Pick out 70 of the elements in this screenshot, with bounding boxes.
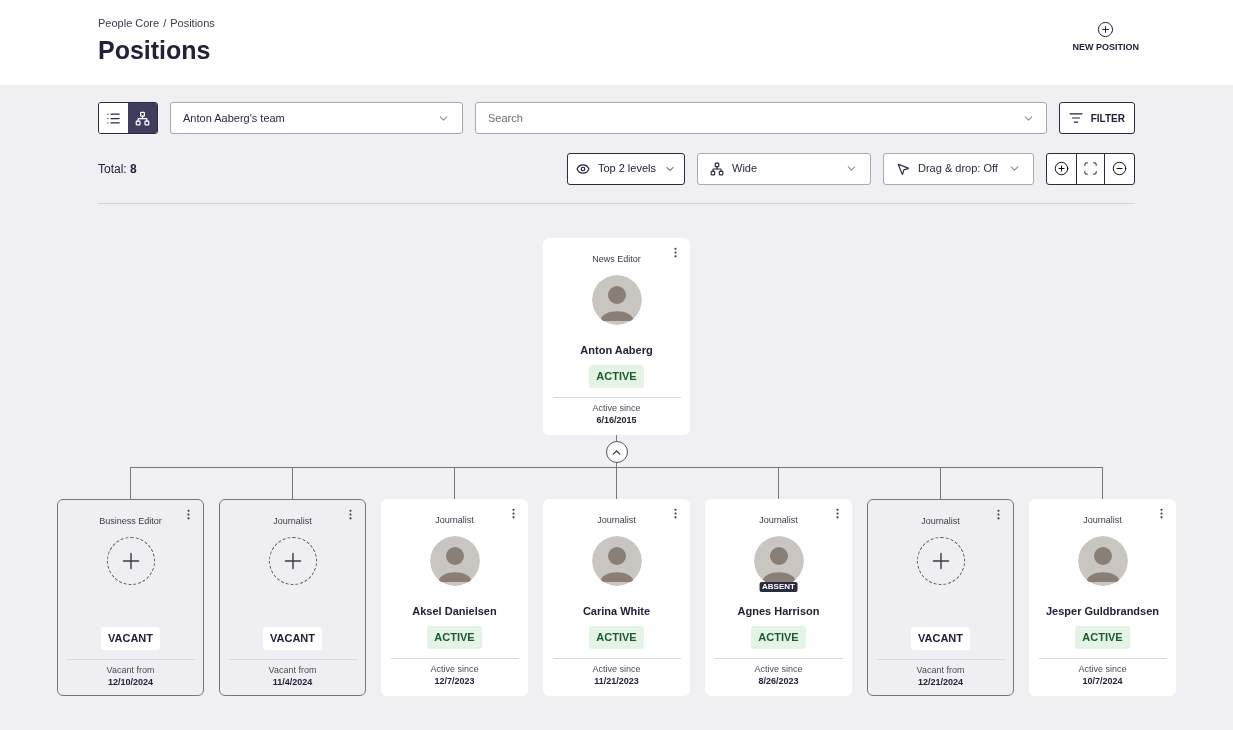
since-label: Active since: [754, 663, 803, 675]
since-date: 6/16/2015: [596, 413, 637, 426]
role-title: Journalist: [921, 515, 960, 527]
filter-icon: [1068, 111, 1083, 125]
position-card[interactable]: Journalist ABSENT Agnes Harrison ACTIVE Active since 8/26/2023: [705, 499, 852, 696]
since-label: Vacant from: [106, 664, 155, 676]
breadcrumb-item[interactable]: People Core: [98, 15, 160, 32]
position-card[interactable]: Business Editor VACANT Vacant from 12/10/2024: [57, 499, 204, 696]
since-date: 12/10/2024: [107, 675, 153, 688]
absent-badge: ABSENT: [759, 582, 798, 592]
collapse-button[interactable]: [605, 441, 628, 463]
status-badge: ACTIVE: [589, 626, 644, 649]
role-title: Journalist: [597, 514, 636, 526]
new-position-button[interactable]: NEW POSITION: [1072, 21, 1139, 57]
since-label: Active since: [592, 402, 641, 414]
layout-select[interactable]: Wide: [697, 152, 871, 185]
since-label: Active since: [1078, 663, 1127, 675]
since-label: Active since: [430, 663, 479, 675]
role-title: Business Editor: [99, 515, 162, 527]
search-field[interactable]: Search: [475, 102, 1047, 134]
position-card[interactable]: Journalist VACANT Vacant from 12/21/2024: [867, 499, 1014, 696]
add-icon: [1097, 21, 1115, 38]
levels-select[interactable]: Top 2 levels: [566, 152, 685, 185]
person-name: Carina White: [582, 605, 651, 617]
team-select[interactable]: Anton Aaberg's team: [170, 102, 463, 134]
status-badge: ACTIVE: [427, 626, 482, 649]
fit-screen-icon[interactable]: [1076, 153, 1105, 184]
filter-button[interactable]: FILTER: [1058, 102, 1135, 134]
person-name: Agnes Harrison: [737, 605, 820, 617]
role-title: Journalist: [759, 514, 798, 526]
status-badge: ACTIVE: [751, 626, 806, 649]
status-badge: VACANT: [101, 627, 160, 650]
role-title: Journalist: [273, 515, 312, 527]
since-date: 12/21/2024: [917, 675, 963, 688]
hierarchy-icon: [135, 110, 150, 126]
since-label: Vacant from: [268, 664, 317, 676]
status-badge: ACTIVE: [589, 365, 644, 388]
chart-view-tab[interactable]: [128, 103, 157, 133]
cursor-icon: [896, 161, 910, 176]
page-title: Positions: [98, 34, 212, 66]
since-label: Vacant from: [916, 664, 965, 676]
position-card[interactable]: Journalist Aksel Danielsen ACTIVE Active since 12/7/2023: [381, 499, 528, 696]
breadcrumb-separator: /: [163, 16, 167, 31]
total-count: Total: 8: [98, 160, 137, 178]
drag-drop-select[interactable]: Drag & drop: Off: [883, 152, 1034, 185]
avatar: [591, 275, 642, 325]
breadcrumb-item: Positions: [170, 16, 215, 31]
person-name: Anton Aaberg: [580, 344, 653, 356]
list-view-tab[interactable]: [99, 103, 128, 133]
role-title: Journalist: [435, 514, 474, 526]
since-date: 11/4/2024: [272, 675, 313, 688]
since-date: 11/21/2023: [594, 674, 639, 687]
role-title: Journalist: [1083, 514, 1122, 526]
position-card[interactable]: Journalist VACANT Vacant from 11/4/2024: [219, 499, 366, 696]
status-badge: ACTIVE: [1075, 626, 1130, 649]
since-label: Active since: [592, 663, 641, 675]
since-date: 8/26/2023: [758, 674, 799, 687]
position-card[interactable]: Journalist Carina White ACTIVE Active since 11/21/2023: [543, 499, 690, 696]
person-name: Jesper Guldbrandsen: [1045, 605, 1160, 617]
eye-icon: [575, 161, 590, 176]
status-badge: VACANT: [911, 627, 970, 650]
since-date: 12/7/2023: [434, 674, 475, 687]
hierarchy-icon: [710, 161, 724, 176]
role-title: News Editor: [592, 253, 641, 265]
list-icon: [106, 110, 121, 126]
status-badge: VACANT: [263, 627, 322, 650]
position-card[interactable]: Journalist Jesper Guldbrandsen ACTIVE Active since 10/7/2024: [1029, 499, 1176, 696]
since-date: 10/7/2024: [1082, 674, 1123, 687]
person-name: Aksel Danielsen: [412, 605, 497, 617]
position-card[interactable]: News Editor Anton Aaberg ACTIVE Active since 6/16/2015: [543, 238, 690, 435]
